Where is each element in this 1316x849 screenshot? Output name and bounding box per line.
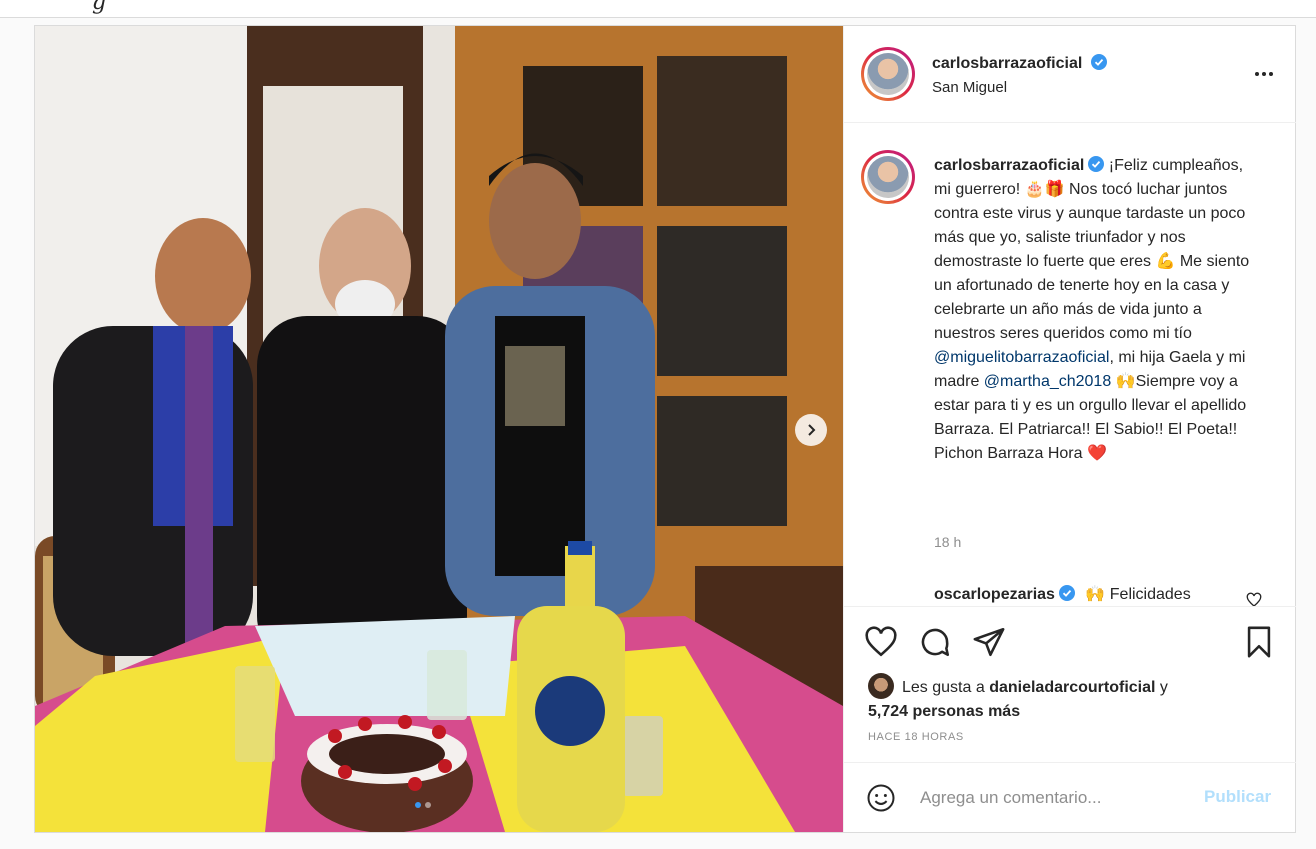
like-heart-icon[interactable] [864,625,898,659]
caption-username[interactable]: carlosbarrazaoficial [934,157,1084,174]
instagram-logo-fragment[interactable]: g [92,0,106,15]
mention-link[interactable]: @martha_ch2018 [984,373,1111,390]
verified-badge-icon [1090,54,1107,70]
add-comment-bar: Publicar [844,762,1296,833]
share-paper-plane-icon[interactable] [972,625,1006,659]
likes-count[interactable]: 5,724 personas más [868,703,1020,720]
next-photo-button[interactable] [795,414,827,446]
caption-text-part1: ¡Feliz cumpleaños, mi guerrero! 🎂🎁 Nos t… [934,157,1250,342]
more-options-icon[interactable] [1254,64,1274,84]
chevron-right-icon [808,424,816,436]
mention-link[interactable]: @miguelitobarrazaoficial [934,349,1109,366]
commenter-username[interactable]: oscarlopezarias [934,586,1055,603]
post-photo [35,26,843,832]
verified-badge-icon [1088,156,1105,172]
publish-button[interactable]: Publicar [1204,787,1271,807]
post-sidebar: carlosbarrazaoficial San Miguel carlosba… [843,26,1296,832]
comment-item: oscarlopezarias 🙌 Felicidades [934,584,1191,604]
likes-connector: y [1159,679,1168,696]
like-comment-heart-icon[interactable] [1246,592,1262,606]
liker-username[interactable]: danieladarcourtoficial [989,679,1155,696]
post-actions: Les gusta a danieladarcourtoficial y 5,7… [844,606,1296,832]
caption-author-avatar[interactable] [861,150,915,204]
post-timestamp[interactable]: HACE 18 HORAS [868,731,964,743]
post-caption: carlosbarrazaoficial ¡Feliz cumpleaños, … [934,154,1260,466]
comments-section: carlosbarrazaoficial ¡Feliz cumpleaños, … [844,124,1296,606]
save-bookmark-icon[interactable] [1242,625,1276,659]
post-media [35,26,843,832]
likes-prefix: Les gusta a [902,679,985,696]
likes-summary: Les gusta a danieladarcourtoficial y 5,7… [868,673,1168,724]
comment-bubble-icon[interactable] [918,625,952,659]
top-navigation-bar: g [0,0,1316,18]
liker-avatar[interactable] [868,673,894,699]
comment-input[interactable] [920,783,1200,813]
post-header: carlosbarrazaoficial San Miguel [844,26,1296,123]
author-username[interactable]: carlosbarrazaoficial [932,55,1082,72]
emoji-icon[interactable] [866,783,896,813]
post-container: carlosbarrazaoficial San Miguel carlosba… [34,25,1296,833]
comment-text: 🙌 Felicidades [1085,586,1191,603]
author-avatar[interactable] [861,47,915,101]
post-location[interactable]: San Miguel [932,79,1007,96]
verified-badge-icon [1058,585,1075,601]
carousel-dot-active [415,802,421,808]
caption-timestamp[interactable]: 18 h [934,534,961,550]
carousel-dot [425,802,431,808]
carousel-indicator [415,802,431,808]
